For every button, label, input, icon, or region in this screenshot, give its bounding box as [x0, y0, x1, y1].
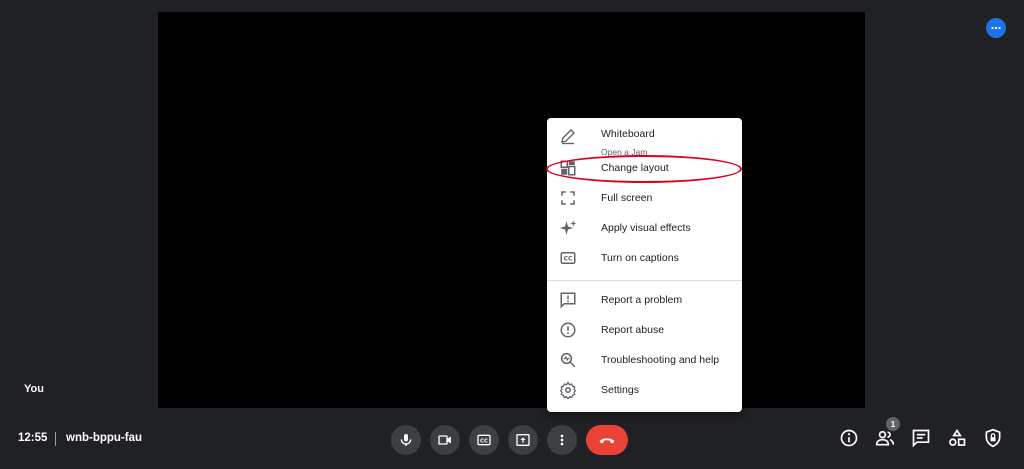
- menu-item-label: Whiteboard: [601, 128, 655, 140]
- pencil-icon: [559, 127, 577, 145]
- menu-item-label: Full screen: [601, 192, 653, 204]
- divider: [55, 432, 56, 446]
- activities-icon[interactable]: [947, 428, 967, 448]
- menu-item-label: Settings: [601, 384, 639, 396]
- people-icon[interactable]: [875, 428, 895, 448]
- call-end-icon: [599, 438, 615, 444]
- more-dots-button[interactable]: [986, 18, 1006, 38]
- menu-item-captions[interactable]: CC Turn on captions: [547, 244, 742, 274]
- menu-item-label: Turn on captions: [601, 252, 679, 264]
- menu-item-label: Troubleshooting and help: [601, 354, 720, 366]
- mic-icon: [400, 434, 412, 446]
- gear-icon: [559, 381, 577, 399]
- menu-item-report-problem[interactable]: Report a problem: [547, 286, 742, 316]
- captions-icon: CC: [559, 249, 577, 267]
- info-icon[interactable]: [839, 428, 859, 448]
- more-options-menu: Whiteboard Open a Jam Change layout Full…: [547, 118, 742, 412]
- present-screen-icon: [516, 434, 530, 446]
- mic-button[interactable]: [391, 425, 421, 455]
- camera-button[interactable]: [430, 425, 460, 455]
- alert-icon: [559, 321, 577, 339]
- main-video-tile: [158, 12, 865, 408]
- meeting-clock: 12:55: [18, 432, 48, 444]
- menu-item-label: Change layout: [601, 162, 669, 174]
- participant-count-badge: 1: [886, 417, 900, 431]
- menu-item-report-abuse[interactable]: Report abuse: [547, 316, 742, 346]
- sparkle-icon: [559, 219, 577, 237]
- menu-item-label: Apply visual effects: [601, 222, 691, 234]
- menu-item-label: Report a problem: [601, 294, 683, 306]
- menu-item-troubleshooting[interactable]: Troubleshooting and help: [547, 346, 742, 376]
- captions-icon: CC: [477, 434, 491, 446]
- menu-item-visual-effects[interactable]: Apply visual effects: [547, 214, 742, 244]
- menu-item-settings[interactable]: Settings: [547, 376, 742, 406]
- svg-text:CC: CC: [564, 256, 573, 263]
- self-name-label: You: [24, 383, 44, 395]
- troubleshoot-icon: [559, 351, 577, 369]
- chat-icon[interactable]: [911, 428, 931, 448]
- svg-text:CC: CC: [480, 438, 488, 444]
- menu-item-full-screen[interactable]: Full screen: [547, 184, 742, 214]
- end-call-button[interactable]: [586, 425, 628, 455]
- more-vert-icon: [560, 434, 564, 446]
- menu-item-whiteboard[interactable]: Whiteboard Open a Jam: [547, 122, 742, 158]
- layout-icon: [559, 159, 577, 177]
- fullscreen-icon: [559, 189, 577, 207]
- captions-button[interactable]: CC: [469, 425, 499, 455]
- more-options-button[interactable]: [547, 425, 577, 455]
- more-horiz-icon: [991, 26, 1001, 30]
- present-button[interactable]: [508, 425, 538, 455]
- menu-divider: [547, 280, 742, 281]
- host-controls-icon[interactable]: [983, 428, 1003, 448]
- menu-item-label: Report abuse: [601, 324, 665, 336]
- videocam-icon: [438, 435, 451, 445]
- meeting-code: wnb-bppu-fau: [66, 432, 143, 444]
- menu-item-change-layout[interactable]: Change layout: [547, 154, 742, 184]
- feedback-icon: [559, 291, 577, 309]
- bottom-bar: 12:55 wnb-bppu-fau CC: [0, 420, 1024, 460]
